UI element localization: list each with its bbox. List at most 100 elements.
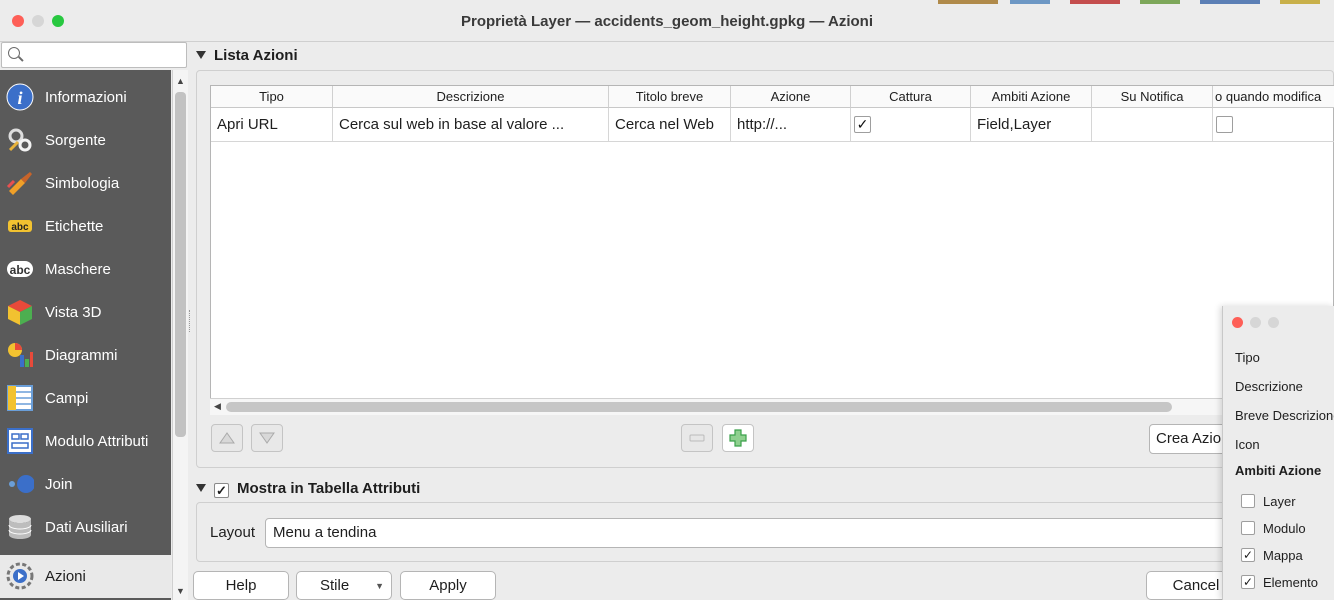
sidebar-item-label: Join: [45, 476, 73, 493]
column-header[interactable]: Tipo: [211, 86, 333, 108]
sidebar-item-label: Simbologia: [45, 175, 120, 192]
diagrams-icon: [8, 343, 33, 367]
action-editor-dialog: Tipo Descrizione Breve Descrizione Icon …: [1222, 306, 1334, 600]
cattura-checkbox[interactable]: ✓: [854, 116, 871, 133]
symbology-icon: [6, 172, 32, 195]
scope-label: Layer: [1263, 494, 1296, 509]
cell-modifica[interactable]: [1213, 108, 1334, 142]
scroll-down-icon[interactable]: ▼: [176, 586, 185, 596]
column-header[interactable]: Cattura: [851, 86, 971, 108]
column-header[interactable]: o quando modifica: [1213, 86, 1334, 108]
sidebar-item-label: Informazioni: [45, 89, 127, 106]
svg-text:i: i: [17, 88, 22, 108]
layout-select[interactable]: Menu a tendina: [265, 518, 1234, 548]
style-button[interactable]: Stile ▼: [296, 571, 392, 600]
sidebar-scroll-thumb[interactable]: [175, 92, 186, 437]
add-action-button[interactable]: [722, 424, 754, 452]
sidebar-item-vista-3d[interactable]: Vista 3D: [0, 291, 171, 334]
auxiliary-data-icon: [8, 515, 32, 539]
source-icon: [8, 128, 32, 152]
help-button[interactable]: Help: [193, 571, 289, 600]
splitter-handle[interactable]: [189, 310, 192, 332]
plus-icon: [729, 429, 747, 447]
cell-notifica[interactable]: [1092, 108, 1213, 142]
minus-icon: [689, 434, 705, 442]
scope-mappa-checkbox[interactable]: ✓: [1241, 548, 1255, 562]
sidebar-item-etichette[interactable]: abc Etichette: [0, 205, 171, 248]
cell-cattura[interactable]: ✓: [851, 108, 971, 142]
cell-descrizione[interactable]: Cerca sul web in base al valore ...: [333, 108, 609, 142]
column-header[interactable]: Azione: [731, 86, 851, 108]
svg-text:abc: abc: [11, 222, 29, 233]
table-horizontal-scrollbar[interactable]: ◀: [210, 398, 1334, 415]
sidebar-item-diagrammi[interactable]: Diagrammi: [0, 334, 171, 377]
collapse-triangle-icon[interactable]: [196, 51, 206, 59]
layout-label: Layout: [210, 524, 256, 541]
popup-field-label: Icon: [1235, 437, 1260, 452]
sidebar-item-simbologia[interactable]: Simbologia: [0, 162, 171, 205]
cell-titolo-breve[interactable]: Cerca nel Web: [609, 108, 731, 142]
sidebar-item-azioni[interactable]: Azioni: [0, 555, 171, 598]
join-icon: [9, 475, 34, 493]
search-input[interactable]: [1, 42, 187, 68]
modifica-checkbox[interactable]: [1216, 116, 1233, 133]
scope-label: Modulo: [1263, 521, 1306, 536]
sidebar-item-dati-ausiliari[interactable]: Dati Ausiliari: [0, 506, 171, 549]
dialog-minimize-button[interactable]: [1250, 317, 1261, 328]
scroll-up-icon[interactable]: ▲: [176, 76, 185, 86]
cell-tipo[interactable]: Apri URL: [211, 108, 333, 142]
sidebar-item-campi[interactable]: Campi: [0, 377, 171, 420]
actions-section-title: Lista Azioni: [214, 47, 298, 64]
scope-layer-checkbox[interactable]: [1241, 494, 1255, 508]
scope-label: Elemento: [1263, 575, 1318, 590]
remove-action-button[interactable]: [681, 424, 713, 452]
cell-azione[interactable]: http://...: [731, 108, 851, 142]
search-icon: [8, 47, 20, 59]
actions-icon: [6, 562, 34, 590]
sidebar-item-sorgente[interactable]: Sorgente: [0, 119, 171, 162]
sidebar-item-label: Etichette: [45, 218, 104, 235]
sidebar-item-label: Modulo Attributi: [45, 433, 149, 450]
apply-button[interactable]: Apply: [400, 571, 496, 600]
labels-icon: abc: [8, 220, 32, 233]
sidebar-item-label: Vista 3D: [45, 304, 102, 321]
window-title: Proprietà Layer — accidents_geom_height.…: [460, 13, 874, 30]
actions-table[interactable]: Tipo Descrizione Titolo breve Azione Cat…: [210, 85, 1334, 415]
sidebar-item-informazioni[interactable]: i Informazioni: [0, 76, 171, 119]
scroll-left-icon[interactable]: ◀: [214, 401, 221, 412]
sidebar-item-modulo-attributi[interactable]: Modulo Attributi: [0, 420, 171, 463]
fields-icon: [7, 385, 33, 411]
attribute-table-section-title: Mostra in Tabella Attributi: [237, 480, 421, 497]
style-button-label: Stile: [320, 577, 350, 594]
popup-field-label: Tipo: [1235, 350, 1260, 365]
scope-label: Mappa: [1263, 548, 1303, 563]
sidebar-item-maschere[interactable]: abc Maschere: [0, 248, 171, 291]
arrow-up-icon: [219, 432, 235, 444]
popup-field-label: Descrizione: [1235, 379, 1303, 394]
svg-text:abc: abc: [10, 263, 31, 277]
move-up-button[interactable]: [211, 424, 243, 452]
sidebar-item-label: Diagrammi: [45, 347, 118, 364]
scope-modulo-checkbox[interactable]: [1241, 521, 1255, 535]
sidebar-item-label: Azioni: [45, 568, 86, 585]
attributes-form-icon: [7, 428, 33, 454]
table-scroll-thumb[interactable]: [226, 402, 1172, 412]
column-header[interactable]: Descrizione: [333, 86, 609, 108]
dialog-close-button[interactable]: [1232, 317, 1243, 328]
column-header[interactable]: Su Notifica: [1092, 86, 1213, 108]
move-down-button[interactable]: [251, 424, 283, 452]
column-header[interactable]: Titolo breve: [609, 86, 731, 108]
sidebar-item-join[interactable]: Join: [0, 463, 171, 506]
cell-ambiti[interactable]: Field,Layer: [971, 108, 1092, 142]
sidebar-item-label: Sorgente: [45, 132, 106, 149]
show-in-attribute-table-checkbox[interactable]: ✓: [214, 483, 229, 498]
sidebar-scrollbar[interactable]: ▲ ▼: [172, 70, 188, 600]
arrow-down-icon: [259, 432, 275, 444]
collapse-triangle-icon[interactable]: [196, 484, 206, 492]
sidebar: i Informazioni Sorgente Simbologia abc E…: [0, 70, 171, 600]
popup-field-label: Breve Descrizione: [1235, 408, 1334, 423]
dialog-zoom-button[interactable]: [1268, 317, 1279, 328]
scope-elemento-checkbox[interactable]: ✓: [1241, 575, 1255, 589]
column-header[interactable]: Ambiti Azione: [971, 86, 1092, 108]
scope-group-title: Ambiti Azione: [1235, 463, 1322, 478]
